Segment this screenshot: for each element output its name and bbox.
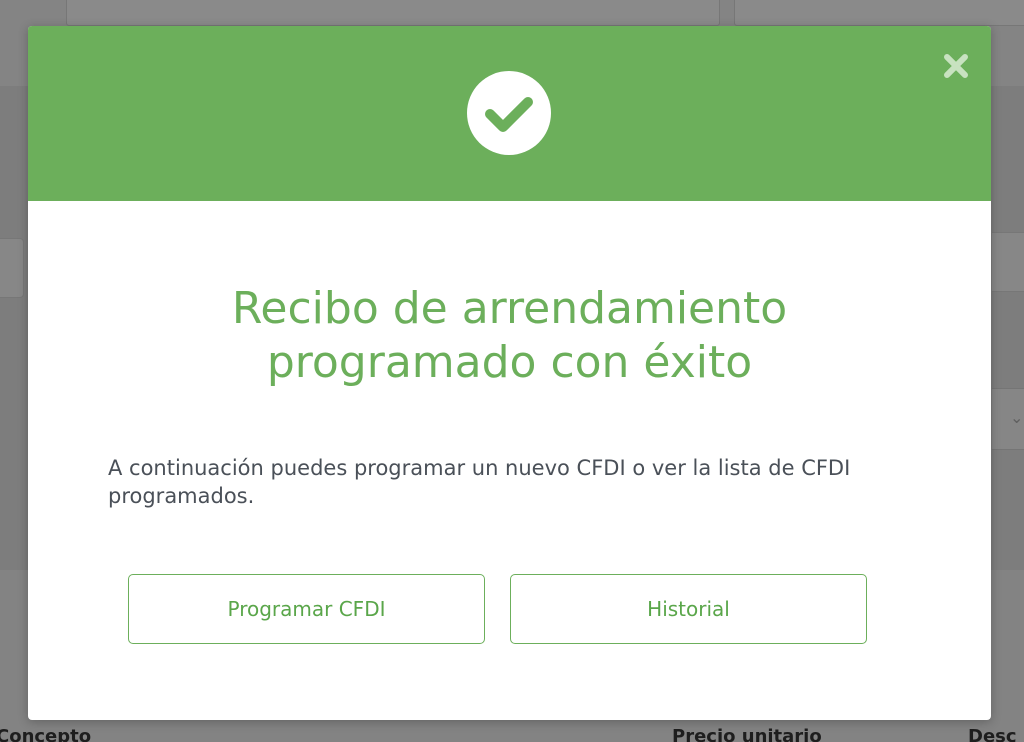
modal-title: Recibo de arrendamiento programado con é…: [88, 282, 931, 390]
modal-title-line-2: programado con éxito: [266, 337, 753, 388]
background-field: [992, 232, 1024, 292]
background-field: [0, 238, 24, 298]
chevron-down-icon: ⌄: [1010, 408, 1024, 427]
table-header-concepto: Concepto: [0, 726, 92, 742]
close-icon[interactable]: [938, 48, 974, 84]
background-card: [734, 0, 1024, 26]
success-modal: Recibo de arrendamiento programado con é…: [28, 26, 991, 720]
modal-title-line-1: Recibo de arrendamiento: [231, 283, 788, 334]
programar-cfdi-button[interactable]: Programar CFDI: [128, 574, 485, 644]
background-card: [66, 0, 720, 26]
page: ⌄ Concepto Precio unitario Desc Recibo d…: [0, 0, 1024, 742]
modal-message: A continuación puedes programar un nuevo…: [108, 456, 851, 508]
table-header-precio-unitario: Precio unitario: [672, 726, 822, 742]
historial-button[interactable]: Historial: [510, 574, 867, 644]
modal-header: [28, 26, 991, 201]
check-circle-icon: [467, 71, 551, 155]
table-header-descuento: Desc: [968, 726, 1017, 742]
